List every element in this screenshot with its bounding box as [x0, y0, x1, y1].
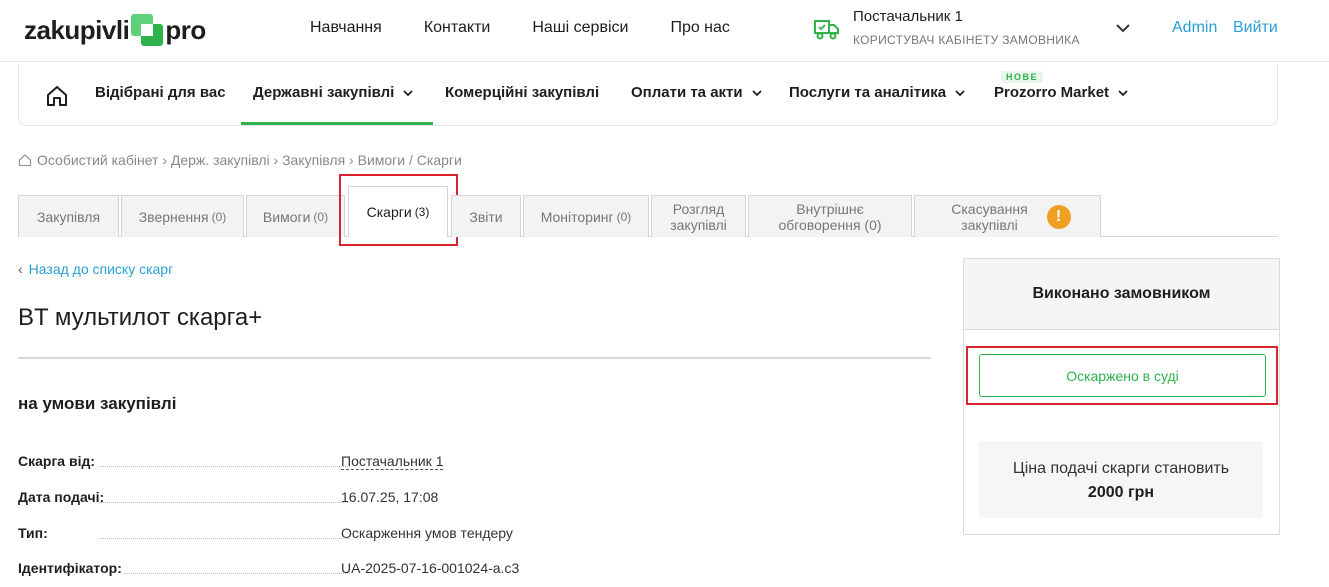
nav-payments-acts[interactable]: Оплати та акти [631, 84, 763, 101]
price-value: 2000 грн [1087, 484, 1155, 501]
topnav-services[interactable]: Наші сервіси [532, 19, 628, 37]
tab-cancellation[interactable]: Скасування закупівлі ! [914, 195, 1101, 237]
home-icon[interactable] [18, 153, 32, 167]
tab-label: Вимоги [262, 208, 311, 225]
tab-label: Закупівля [36, 208, 101, 225]
nav-label: Prozorro Market [994, 84, 1110, 101]
nav-label: Відібрані для вас [95, 84, 226, 101]
nav-prozorro-market[interactable]: Prozorro Market [994, 84, 1129, 101]
top-nav: Навчання Контакти Наші сервіси Про нас [310, 19, 730, 37]
nav-commercial-procurement[interactable]: Комерційні закупівлі [445, 84, 599, 101]
dotted-leader [124, 573, 350, 574]
dotted-leader [100, 538, 350, 539]
user-role: КОРИСТУВАЧ КАБІНЕТУ ЗАМОВНИКА [853, 33, 1080, 47]
tab-procurement[interactable]: Закупівля [18, 195, 119, 237]
highlight-frame [339, 174, 458, 246]
logo-text-right: pro [165, 14, 206, 45]
detail-row-complainant: Скарга від: Постачальник 1 [18, 453, 558, 473]
dotted-leader [100, 466, 350, 467]
nav-state-procurement[interactable]: Державні закупівлі [253, 84, 414, 101]
warning-icon: ! [1046, 204, 1071, 229]
price-box: Ціна подачі скарги становить 2000 грн [979, 441, 1263, 518]
panel-header: Виконано замовником [964, 259, 1279, 330]
nav-label: Державні закупівлі [253, 84, 395, 101]
back-to-complaints-link[interactable]: ‹ Назад до списку скарг [18, 261, 173, 277]
detail-row-identifier: Ідентифікатор: UA-2025-07-16-001024-a.c3 [18, 560, 558, 580]
nav-label: Комерційні закупівлі [445, 84, 600, 101]
chevron-down-icon [403, 89, 413, 96]
back-link-label: Назад до списку скарг [28, 261, 174, 277]
home-icon[interactable] [45, 84, 69, 108]
nav-label: Послуги та аналітика [789, 84, 947, 101]
nav-selected-for-you[interactable]: Відібрані для вас [95, 84, 226, 101]
truck-icon [814, 20, 839, 40]
topnav-contacts[interactable]: Контакти [424, 19, 491, 37]
detail-label: Ідентифікатор: [18, 560, 122, 576]
chevron-down-icon[interactable] [1114, 19, 1132, 37]
detail-label: Тип: [18, 525, 48, 541]
tab-label: Моніторинг [540, 208, 614, 225]
main-nav: Відібрані для вас Державні закупівлі Ком… [18, 64, 1278, 126]
detail-row-type: Тип: Оскарження умов тендеру [18, 525, 558, 545]
tab-appeals[interactable]: Звернення (0) [121, 195, 244, 237]
price-text: Ціна подачі скарги становить [1012, 460, 1230, 477]
logo-text-left: zakupivli [24, 14, 130, 45]
tab-label: Звернення [138, 208, 209, 225]
detail-label: Скарга від: [18, 453, 96, 469]
topnav-training[interactable]: Навчання [310, 19, 382, 37]
chevron-left-icon: ‹ [18, 261, 23, 277]
tab-internal-discussion[interactable]: Внутрішнє обговорення (0) [748, 195, 912, 237]
nav-services-analytics[interactable]: Послуги та аналітика [789, 84, 966, 101]
tab-label: Скасування закупівлі [951, 200, 1028, 233]
chevron-down-icon [751, 89, 762, 96]
new-badge: НОВЕ [1001, 71, 1044, 83]
tab-count: (0) [211, 209, 227, 224]
admin-link[interactable]: Admin [1172, 19, 1217, 37]
logo[interactable]: zakupivli pro [24, 12, 206, 48]
tab-claims[interactable]: Вимоги (0) [246, 195, 345, 237]
tab-count: (0) [616, 209, 632, 224]
detail-value: 16.07.25, 17:08 [341, 489, 439, 505]
tab-monitoring[interactable]: Моніторинг (0) [523, 195, 649, 237]
tab-procurement-review[interactable]: Розгляд закупівлі [651, 195, 746, 237]
detail-value: Оскарження умов тендеру [341, 525, 513, 541]
detail-value: UA-2025-07-16-001024-a.c3 [341, 560, 520, 576]
chevron-down-icon [1118, 89, 1128, 96]
tab-label: Внутрішнє обговорення (0) [778, 200, 882, 233]
highlight-frame [966, 346, 1278, 405]
user-switcher[interactable]: Постачальник 1 КОРИСТУВАЧ КАБІНЕТУ ЗАМОВ… [814, 6, 1134, 54]
topnav-about[interactable]: Про нас [670, 19, 729, 37]
tab-label: Звіти [469, 208, 503, 225]
section-title: на умови закупівлі [18, 394, 177, 413]
active-nav-underline [241, 122, 433, 125]
tab-count: (0) [313, 209, 329, 224]
logo-mark-icon [131, 14, 164, 46]
logout-link[interactable]: Вийти [1233, 19, 1278, 37]
divider [18, 357, 931, 359]
complainant-link[interactable]: Постачальник 1 [341, 453, 444, 470]
tab-reports[interactable]: Звіти [451, 195, 521, 237]
breadcrumb: Особистий кабінет › Держ. закупівлі › За… [18, 152, 462, 168]
chevron-down-icon [955, 89, 965, 96]
top-header: zakupivli pro Навчання Контакти Наші сер… [0, 0, 1329, 62]
page-title: BT мультилот скарга+ [18, 304, 263, 331]
nav-label: Оплати та акти [631, 84, 743, 101]
breadcrumb-path[interactable]: Особистий кабінет › Держ. закупівлі › За… [37, 152, 462, 168]
tab-label: Розгляд закупівлі [670, 200, 727, 233]
detail-label: Дата подачі: [18, 489, 105, 505]
detail-row-date: Дата подачі: 16.07.25, 17:08 [18, 489, 558, 509]
user-name: Постачальник 1 [853, 8, 963, 25]
dotted-leader [100, 502, 350, 503]
